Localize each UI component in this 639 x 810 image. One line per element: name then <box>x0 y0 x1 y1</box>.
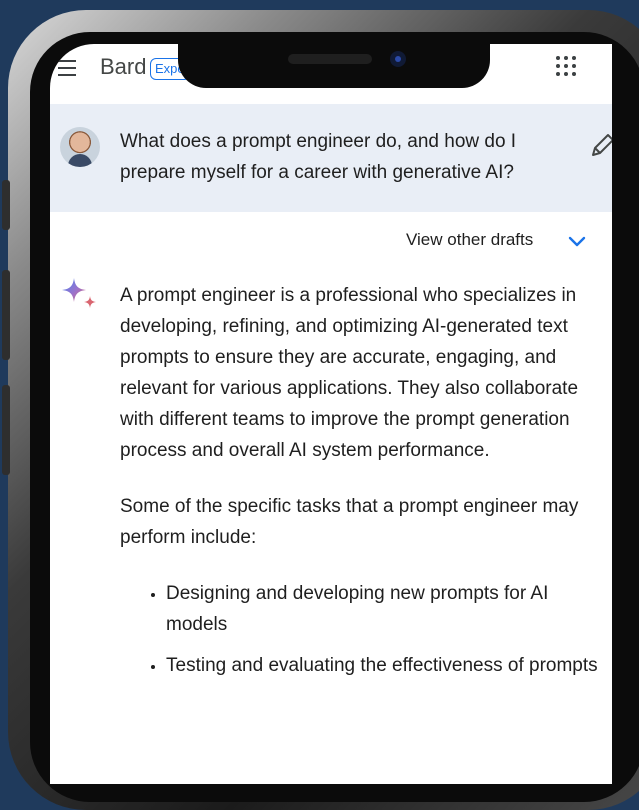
response-paragraph: A prompt engineer is a professional who … <box>120 285 579 461</box>
edit-icon[interactable] <box>588 132 612 160</box>
task-list: Designing and developing new prompts for… <box>120 578 606 681</box>
side-button <box>2 385 10 475</box>
app-screen: Bard Experiment What does a prompt engin… <box>50 44 612 784</box>
user-avatar <box>60 127 100 167</box>
view-other-drafts[interactable]: View other drafts <box>406 230 533 250</box>
phone-notch <box>178 40 490 88</box>
chevron-down-icon[interactable] <box>568 236 586 248</box>
side-button <box>2 270 10 360</box>
list-item: Testing and evaluating the effectiveness… <box>166 650 606 681</box>
side-button <box>2 180 10 230</box>
prompt-text: What does a prompt engineer do, and how … <box>120 131 517 183</box>
front-camera <box>390 51 406 67</box>
user-prompt: What does a prompt engineer do, and how … <box>50 104 612 212</box>
response-paragraph: Some of the specific tasks that a prompt… <box>120 496 579 548</box>
sparkle-icon <box>62 278 96 308</box>
app-title: Bard <box>100 54 147 79</box>
menu-icon[interactable] <box>58 60 78 76</box>
list-item: Designing and developing new prompts for… <box>166 578 606 640</box>
apps-grid-icon[interactable] <box>556 56 580 80</box>
speaker-grill <box>288 54 372 64</box>
response-body: A prompt engineer is a professional who … <box>120 280 606 691</box>
